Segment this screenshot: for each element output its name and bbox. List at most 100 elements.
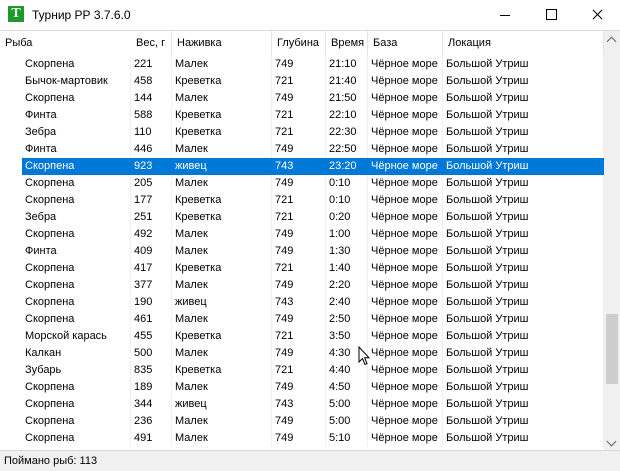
table-row[interactable]: Скорпена 417 Креветка 721 1:40 Чёрное море Бол… — [0, 260, 604, 277]
table-row[interactable]: Зебра 251 Креветка 721 0:20 Чёрное море Большо… — [0, 209, 604, 226]
table-row[interactable]: Скорпена 491 Малек 749 5:10 Чёрное море Большо… — [0, 430, 604, 447]
table-row[interactable]: Бычок-мартовик 458 Креветка 721 21:40 Чёрное … — [0, 73, 604, 90]
column-depth[interactable]: Глубина — [272, 31, 326, 56]
table-row[interactable]: Зебра 110 Креветка 721 22:30 Чёрное море Больш… — [0, 124, 604, 141]
cell-depth: 749 — [272, 90, 326, 107]
cell-fish: Зебра — [22, 209, 131, 226]
column-header: Рыба Вес, г Наживка Глубина Время База Л… — [0, 31, 604, 56]
row-gutter — [0, 413, 22, 430]
table-row[interactable]: Скорпена 923 живец 743 23:20 Чёрное море Больш… — [0, 158, 604, 175]
table-row[interactable]: Скорпена 236 Малек 749 5:00 Чёрное море Большо… — [0, 413, 604, 430]
table-row[interactable]: Скорпена 221 Малек 749 21:10 Чёрное море Больш… — [0, 56, 604, 73]
column-weight[interactable]: Вес, г — [131, 31, 172, 56]
cell-depth: 721 — [272, 328, 326, 345]
maximize-button[interactable] — [528, 0, 574, 30]
scroll-thumb[interactable] — [606, 314, 618, 384]
cell-bait: Малек — [172, 430, 272, 447]
cell-fish: Морской карась — [22, 328, 131, 345]
table-row[interactable]: Скорпена 377 Малек 749 2:20 Чёрное море Большо… — [0, 277, 604, 294]
caught-count: Поймано рыб: 113 — [4, 455, 98, 467]
table-row[interactable]: Скорпена 205 Малек 749 0:10 Чёрное море Большо… — [0, 175, 604, 192]
table-row[interactable]: Скорпена 492 Малек 749 1:00 Чёрное море Большо… — [0, 226, 604, 243]
cell-location: Большой Утриш — [443, 345, 604, 362]
table-row[interactable]: Скорпена 461 Малек 749 2:50 Чёрное море Большо… — [0, 311, 604, 328]
cell-weight: 491 — [131, 430, 172, 447]
cell-base: Чёрное море — [368, 396, 443, 413]
table-row[interactable]: Морской карась 455 Креветка 721 3:50 Чёрное м… — [0, 328, 604, 345]
cell-location: Большой Утриш — [443, 175, 604, 192]
cell-time: 1:00 — [326, 226, 368, 243]
cell-fish: Скорпена — [22, 379, 131, 396]
row-gutter — [0, 243, 22, 260]
cell-weight: 189 — [131, 379, 172, 396]
catch-list[interactable]: Рыба Вес, г Наживка Глубина Время База Л… — [0, 30, 620, 450]
cell-bait: живец — [172, 158, 272, 175]
cell-fish: Финта — [22, 141, 131, 158]
cell-time: 3:50 — [326, 328, 368, 345]
table-row[interactable]: Финта 446 Малек 749 22:50 Чёрное море Большой … — [0, 141, 604, 158]
cell-depth: 749 — [272, 226, 326, 243]
table-row[interactable]: Скорпена 344 живец 743 5:00 Чёрное море Большо… — [0, 396, 604, 413]
column-base[interactable]: База — [368, 31, 443, 56]
cell-bait: Малек — [172, 56, 272, 73]
cell-weight: 588 — [131, 107, 172, 124]
window-title: Турнир РР 3.7.6.0 — [32, 8, 131, 22]
cell-fish: Скорпена — [22, 277, 131, 294]
minimize-button[interactable] — [482, 0, 528, 30]
table-row[interactable]: Финта 409 Малек 749 1:30 Чёрное море Большой У… — [0, 243, 604, 260]
cell-location: Большой Утриш — [443, 56, 604, 73]
cell-fish: Скорпена — [22, 413, 131, 430]
close-button[interactable] — [574, 0, 620, 30]
column-time[interactable]: Время — [326, 31, 368, 56]
cell-base: Чёрное море — [368, 226, 443, 243]
cell-time: 4:50 — [326, 379, 368, 396]
cell-depth: 721 — [272, 260, 326, 277]
cell-time: 0:10 — [326, 175, 368, 192]
cell-bait: Креветка — [172, 107, 272, 124]
table-row[interactable]: Финта 588 Креветка 721 22:10 Чёрное море Больш… — [0, 107, 604, 124]
cell-fish: Скорпена — [22, 158, 131, 175]
table-row[interactable]: Скорпена 189 Малек 749 4:50 Чёрное море Большо… — [0, 379, 604, 396]
cell-weight: 221 — [131, 56, 172, 73]
cell-time: 1:30 — [326, 243, 368, 260]
vertical-scrollbar[interactable] — [604, 31, 620, 450]
cell-bait: Креветка — [172, 209, 272, 226]
row-gutter — [0, 328, 22, 345]
table-row[interactable]: Калкан 500 Малек 749 4:30 Чёрное море Большой … — [0, 345, 604, 362]
cell-depth: 721 — [272, 209, 326, 226]
cell-base: Чёрное море — [368, 243, 443, 260]
row-gutter — [0, 345, 22, 362]
cell-fish: Скорпена — [22, 192, 131, 209]
cell-depth: 749 — [272, 175, 326, 192]
app-logo-icon: T — [8, 6, 24, 22]
table-row[interactable]: Зубарь 835 Креветка 721 4:40 Чёрное море Больш… — [0, 362, 604, 379]
cell-location: Большой Утриш — [443, 379, 604, 396]
cell-weight: 236 — [131, 413, 172, 430]
cell-location: Большой Утриш — [443, 124, 604, 141]
cell-base: Чёрное море — [368, 90, 443, 107]
cell-base: Чёрное море — [368, 294, 443, 311]
cell-location: Большой Утриш — [443, 277, 604, 294]
table-row[interactable]: Скорпена 144 Малек 749 21:50 Чёрное море Больш… — [0, 90, 604, 107]
column-fish[interactable]: Рыба — [0, 31, 131, 56]
cell-bait: Малек — [172, 226, 272, 243]
table-row[interactable]: Скорпена 190 живец 743 2:40 Чёрное море Большо… — [0, 294, 604, 311]
row-gutter — [0, 379, 22, 396]
scroll-down-arrow-icon[interactable] — [604, 434, 620, 450]
row-gutter — [0, 56, 22, 73]
cell-depth: 749 — [272, 277, 326, 294]
cell-depth: 749 — [272, 413, 326, 430]
cell-depth: 749 — [272, 430, 326, 447]
cell-depth: 721 — [272, 362, 326, 379]
cell-location: Большой Утриш — [443, 226, 604, 243]
cell-weight: 377 — [131, 277, 172, 294]
column-location[interactable]: Локация — [443, 31, 604, 56]
cell-time: 5:00 — [326, 396, 368, 413]
cell-base: Чёрное море — [368, 413, 443, 430]
cell-time: 2:20 — [326, 277, 368, 294]
cell-weight: 461 — [131, 311, 172, 328]
scroll-up-arrow-icon[interactable] — [604, 31, 620, 48]
column-bait[interactable]: Наживка — [172, 31, 272, 56]
cell-fish: Скорпена — [22, 90, 131, 107]
table-row[interactable]: Скорпена 177 Креветка 721 0:10 Чёрное море Бол… — [0, 192, 604, 209]
